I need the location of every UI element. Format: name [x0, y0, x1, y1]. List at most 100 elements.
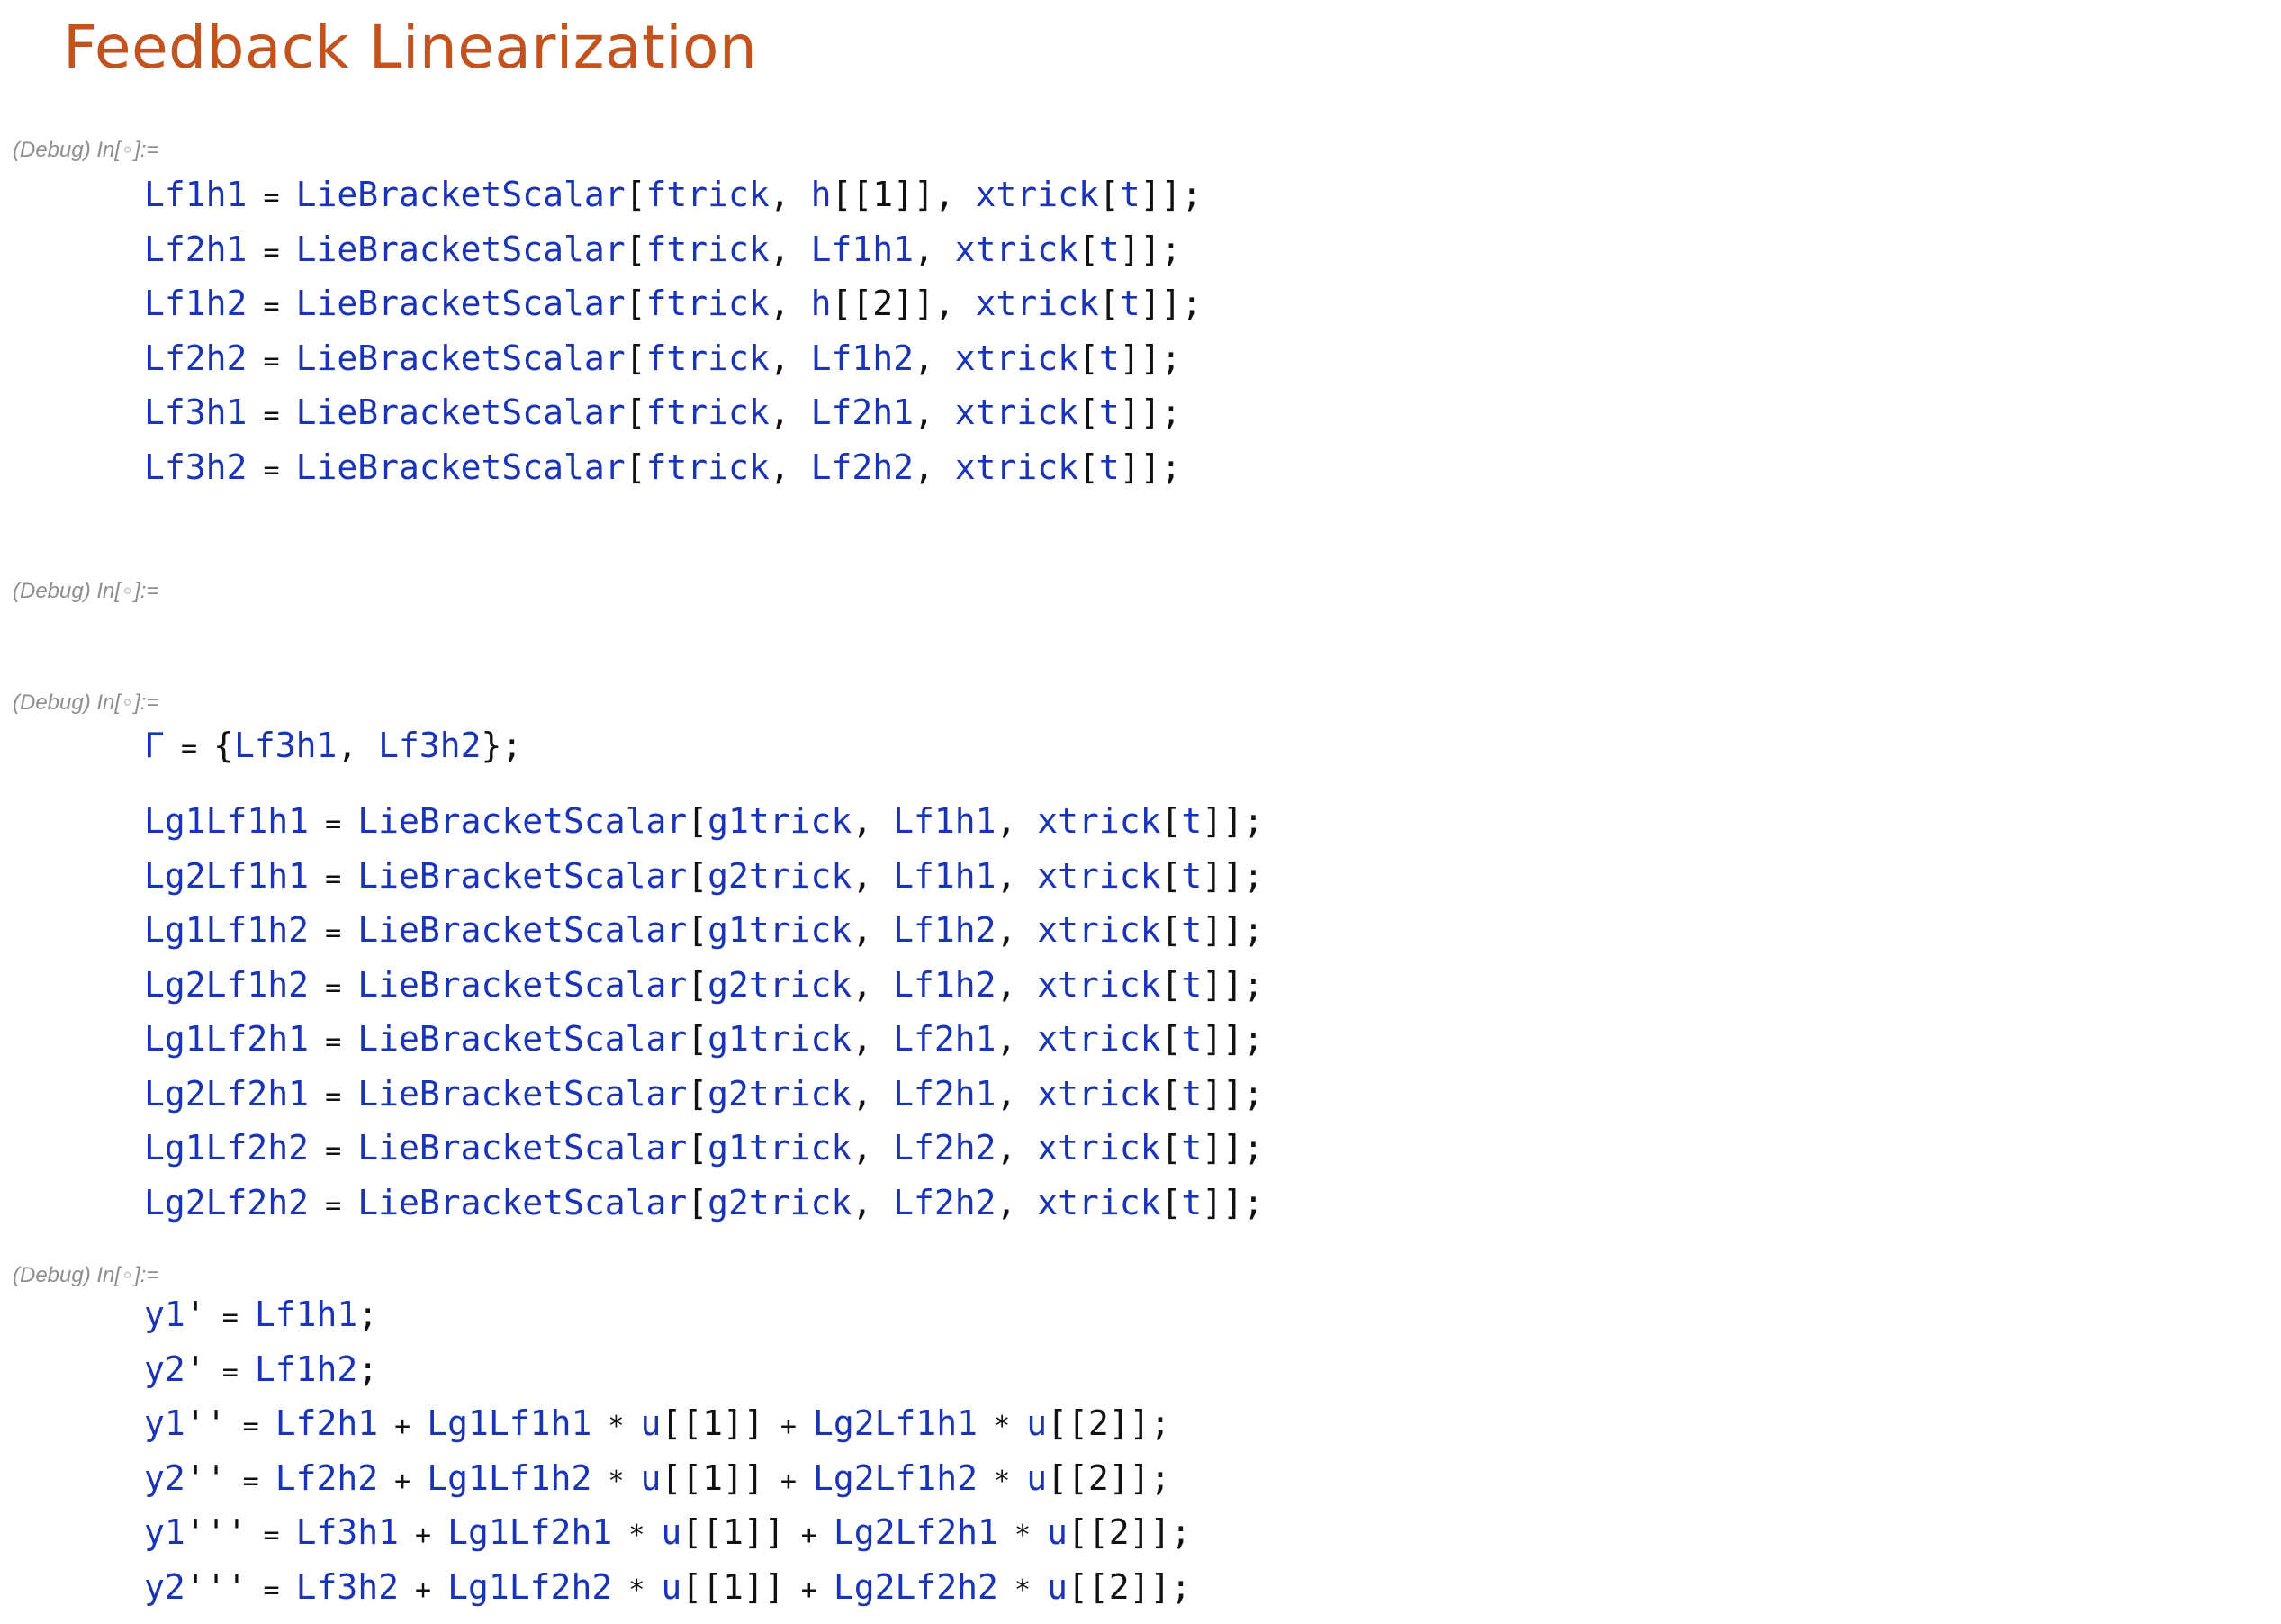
- code-line[interactable]: y1' = Lf1h1;: [144, 1287, 1191, 1342]
- code-symbol: Lf1h1: [144, 175, 248, 214]
- code-symbol: t: [1181, 964, 1203, 1005]
- code-line[interactable]: y2' = Lf1h2;: [144, 1342, 1191, 1397]
- cell-label[interactable]: (Debug) In[∘]:=: [13, 137, 158, 163]
- code-punctuation: [: [687, 964, 708, 1005]
- code-line[interactable]: Lg2Lf2h2 = LieBracketScalar[g2trick, Lf2…: [144, 1176, 1264, 1231]
- code-line[interactable]: Lg2Lf2h1 = LieBracketScalar[g2trick, Lf2…: [144, 1067, 1264, 1122]
- code-punctuation: [: [625, 175, 646, 214]
- code-operator: =: [309, 1080, 358, 1113]
- input-cell-output-derivatives[interactable]: y1' = Lf1h1; y2' = Lf1h2; y1'' = Lf2h1 + L…: [144, 1287, 1191, 1614]
- code-symbol: ftrick: [645, 175, 770, 214]
- code-symbol: xtrick: [1037, 855, 1161, 896]
- code-line[interactable]: Lg2Lf1h2 = LieBracketScalar[g2trick, Lf1…: [144, 958, 1264, 1013]
- code-symbol: LieBracketScalar: [357, 1128, 688, 1168]
- code-symbol: Lf1h1: [254, 1295, 358, 1334]
- code-punctuation: ,: [996, 1128, 1038, 1168]
- code-operator: =: [309, 1189, 358, 1222]
- code-line[interactable]: y2''' = Lf3h2 + Lg1Lf2h2 * u[[1]] + Lg2L…: [144, 1560, 1191, 1615]
- code-line[interactable]: Lf1h2 = LieBracketScalar[ftrick, h[[2]],…: [144, 276, 1202, 331]
- code-punctuation: [[1]]: [681, 1566, 785, 1607]
- code-symbol: u: [661, 1566, 682, 1607]
- code-symbol: Lf2h2: [810, 447, 914, 487]
- code-line[interactable]: Lf2h1 = LieBracketScalar[ftrick, Lf1h1, …: [144, 222, 1202, 277]
- code-symbol: t: [1098, 447, 1120, 487]
- cell-label-dot: ∘: [121, 690, 135, 715]
- code-line[interactable]: y1'' = Lf2h1 + Lg1Lf1h1 * u[[1]] + Lg2Lf…: [144, 1396, 1191, 1451]
- cell-label-dot: ∘: [121, 1263, 135, 1287]
- code-symbol: g1trick: [708, 801, 852, 841]
- code-punctuation: ': [185, 1295, 206, 1334]
- code-line[interactable]: Lf3h2 = LieBracketScalar[ftrick, Lf2h2, …: [144, 440, 1202, 495]
- code-line[interactable]: Lg1Lf1h2 = LieBracketScalar[g1trick, Lf1…: [144, 903, 1264, 958]
- code-line[interactable]: y2'' = Lf2h2 + Lg1Lf1h2 * u[[1]] + Lg2Lf…: [144, 1451, 1191, 1506]
- cell-label[interactable]: (Debug) In[∘]:=: [13, 1262, 158, 1288]
- code-symbol: y2: [144, 1349, 185, 1389]
- code-punctuation: ,: [996, 1019, 1038, 1059]
- code-line[interactable]: Lg2Lf1h1 = LieBracketScalar[g2trick, Lf1…: [144, 849, 1264, 904]
- code-symbol: xtrick: [1037, 910, 1161, 950]
- code-operator: =: [247, 182, 296, 213]
- code-punctuation: ]];: [1119, 229, 1182, 269]
- code-line[interactable]: Lg1Lf2h2 = LieBracketScalar[g1trick, Lf2…: [144, 1121, 1264, 1176]
- code-symbol: g1trick: [708, 1128, 852, 1168]
- code-line[interactable]: Lg1Lf1h1 = LieBracketScalar[g1trick, Lf1…: [144, 794, 1264, 849]
- code-symbol: Lg1Lf2h2: [144, 1128, 310, 1168]
- code-punctuation: [[1]]: [661, 1457, 764, 1498]
- code-punctuation: ,: [852, 1073, 894, 1114]
- code-punctuation: ,: [996, 801, 1038, 841]
- code-punctuation: [: [1160, 1019, 1182, 1059]
- code-punctuation: ]];: [1119, 392, 1182, 432]
- code-operator: =: [247, 1574, 296, 1606]
- cell-label[interactable]: (Debug) In[∘]:=: [13, 690, 158, 716]
- code-operator: =: [309, 1135, 358, 1167]
- cell-label-prefix: (Debug) In[: [13, 1263, 122, 1287]
- code-punctuation: ,: [996, 1073, 1038, 1114]
- code-symbol: Lg2Lf2h1: [144, 1073, 310, 1114]
- code-line[interactable]: Γ = {Lf3h1, Lf3h2};: [144, 718, 522, 773]
- code-symbol: Lf1h2: [144, 284, 248, 323]
- code-symbol: LieBracketScalar: [357, 964, 688, 1005]
- code-symbol: Lf2h2: [275, 1457, 379, 1498]
- code-line[interactable]: Lf3h1 = LieBracketScalar[ftrick, Lf2h1, …: [144, 385, 1202, 440]
- code-punctuation: ,: [913, 338, 955, 378]
- code-punctuation: [: [687, 1128, 708, 1168]
- code-symbol: Lf1h2: [893, 964, 996, 1005]
- code-symbol: ftrick: [645, 338, 770, 378]
- code-symbol: ftrick: [645, 447, 770, 487]
- code-symbol: Lf1h2: [254, 1349, 358, 1389]
- code-line[interactable]: Lf2h2 = LieBracketScalar[ftrick, Lf1h2, …: [144, 331, 1202, 386]
- code-symbol: t: [1181, 1128, 1203, 1168]
- code-symbol: xtrick: [954, 447, 1078, 487]
- code-punctuation: ,: [769, 447, 811, 487]
- code-punctuation: ]];: [1202, 1019, 1264, 1059]
- code-operator: +: [784, 1574, 834, 1606]
- code-punctuation: ,: [852, 910, 894, 950]
- code-operator: +: [398, 1520, 448, 1551]
- code-punctuation: [: [1098, 175, 1120, 214]
- input-cell-lie-derivatives[interactable]: Lf1h1 = LieBracketScalar[ftrick, h[[1]],…: [144, 167, 1202, 494]
- code-line[interactable]: y1''' = Lf3h1 + Lg1Lf2h1 * u[[1]] + Lg2L…: [144, 1505, 1191, 1560]
- code-punctuation: ;: [357, 1349, 379, 1389]
- code-punctuation: [: [625, 229, 646, 269]
- code-operator: =: [205, 1302, 255, 1333]
- code-symbol: t: [1119, 284, 1140, 323]
- code-symbol: Lg1Lf1h2: [427, 1457, 592, 1498]
- code-symbol: LieBracketScalar: [295, 229, 626, 269]
- cell-label[interactable]: (Debug) In[∘]:=: [13, 578, 158, 604]
- code-line[interactable]: Lg1Lf2h1 = LieBracketScalar[g1trick, Lf2…: [144, 1012, 1264, 1067]
- input-cell-gamma[interactable]: Γ = {Lf3h1, Lf3h2};: [144, 718, 522, 773]
- code-operator: =: [309, 1026, 358, 1058]
- code-line[interactable]: Lf1h1 = LieBracketScalar[ftrick, h[[1]],…: [144, 167, 1202, 222]
- code-operator: *: [997, 1520, 1048, 1551]
- code-symbol: Lf2h1: [144, 229, 248, 269]
- code-symbol: xtrick: [1037, 1182, 1161, 1223]
- code-operator: =: [309, 971, 358, 1004]
- code-operator: =: [247, 236, 296, 268]
- code-symbol: xtrick: [1037, 1019, 1161, 1059]
- code-punctuation: [[2]];: [1047, 1457, 1171, 1498]
- code-symbol: g2trick: [708, 1073, 852, 1114]
- code-symbol: LieBracketScalar: [357, 1073, 688, 1114]
- code-symbol: LieBracketScalar: [295, 447, 626, 487]
- input-cell-lg-lf-terms[interactable]: Lg1Lf1h1 = LieBracketScalar[g1trick, Lf1…: [144, 794, 1264, 1230]
- code-operator: =: [205, 1356, 255, 1388]
